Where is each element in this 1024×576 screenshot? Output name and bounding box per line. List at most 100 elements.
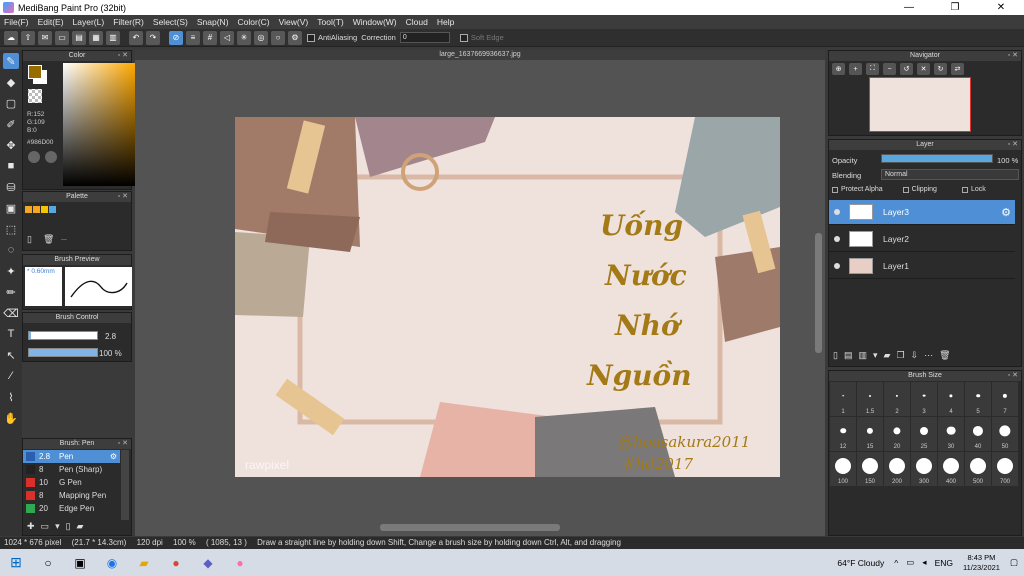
menu-snap[interactable]: Snap(N)	[197, 17, 229, 27]
rotate-right-icon[interactable]: ↻	[934, 63, 947, 75]
brush-item-pen-sharp[interactable]: 8 Pen (Sharp)	[23, 463, 120, 476]
divide-tool-icon[interactable]: ⁄	[3, 368, 19, 384]
move-tool-icon[interactable]: ✥	[3, 137, 19, 153]
soft-edge-checkbox[interactable]	[459, 33, 468, 42]
bucket-tool-icon[interactable]: ⛁	[3, 179, 19, 195]
new-halftone-layer-icon[interactable]: ▤	[844, 350, 853, 361]
menu-help[interactable]: Help	[437, 17, 454, 27]
settings-icon[interactable]: ⚙	[288, 30, 302, 45]
brush-size-option[interactable]: 200	[884, 452, 910, 486]
brush-size-option[interactable]: 500	[965, 452, 991, 486]
new-8bit-layer-icon[interactable]: ▥	[858, 350, 867, 361]
layer-opacity-slider[interactable]	[881, 154, 993, 163]
add-brush-icon[interactable]: ✚	[27, 521, 35, 532]
brush-size-option[interactable]: 25	[911, 417, 937, 451]
artwork-canvas[interactable]: Uống Nước Nhớ Nguồn @hoasakura2011 #hd20…	[235, 117, 780, 477]
cloud-icon[interactable]: ☁	[4, 30, 18, 45]
menu-layer[interactable]: Layer(L)	[73, 17, 105, 27]
brush-size-option[interactable]: 400	[938, 452, 964, 486]
lock-checkbox[interactable]	[961, 186, 968, 193]
clipping-checkbox[interactable]	[902, 186, 909, 193]
brush-size-option[interactable]: 5	[965, 382, 991, 416]
palette-swatch[interactable]	[33, 206, 40, 213]
menu-file[interactable]: File(F)	[4, 17, 29, 27]
protect-alpha-checkbox[interactable]	[832, 186, 838, 193]
delete-layer-icon[interactable]: 🗑	[939, 350, 950, 361]
language-indicator[interactable]: ENG	[935, 558, 953, 568]
brush-size-slider[interactable]	[28, 331, 98, 340]
brush-item-edge-pen[interactable]: 20 Edge Pen	[23, 502, 120, 515]
file-explorer-icon[interactable]: ▰	[134, 553, 154, 573]
dot-tool-icon[interactable]: ✐	[3, 116, 19, 132]
text-tool-icon[interactable]: T	[3, 326, 19, 342]
merge-down-icon[interactable]: ⇩	[911, 350, 919, 361]
snap-perspective-icon[interactable]: ◁	[220, 30, 234, 45]
chrome-icon[interactable]: ●	[166, 553, 186, 573]
snap-radial-icon[interactable]: ✳	[237, 30, 251, 45]
palette-more[interactable]: ...	[61, 235, 67, 242]
snap-off-icon[interactable]: ⊘	[169, 30, 183, 45]
brush-item-pen[interactable]: 2.8 Pen ⚙	[23, 450, 120, 463]
teams-icon[interactable]: ◆	[198, 553, 218, 573]
visibility-icon[interactable]	[834, 209, 840, 215]
brush-settings-icon[interactable]: ⚙	[110, 452, 117, 461]
medibang-taskbar-icon[interactable]: ●	[230, 553, 250, 573]
palette-swatch[interactable]	[41, 206, 48, 213]
brush-size-option[interactable]: 40	[965, 417, 991, 451]
brush-item-mapping-pen[interactable]: 8 Mapping Pen	[23, 489, 120, 502]
select-eraser-tool-icon[interactable]: ⌫	[3, 305, 19, 321]
minimize-button[interactable]: —	[886, 0, 932, 15]
snap-parallel-icon[interactable]: ≡	[186, 30, 200, 45]
brush-opacity-slider[interactable]	[28, 348, 98, 357]
redo-icon[interactable]: ↷	[146, 30, 160, 45]
menu-color[interactable]: Color(C)	[238, 17, 270, 27]
menu-window[interactable]: Window(W)	[353, 17, 397, 27]
zoom-out-icon[interactable]: −	[883, 63, 896, 75]
menu-cloud[interactable]: Cloud	[406, 17, 428, 27]
brush-size-option[interactable]: 3	[911, 382, 937, 416]
layer-row-layer1[interactable]: Layer1	[829, 254, 1015, 279]
delete-palette-icon[interactable]: 🗑	[43, 234, 54, 245]
duplicate-layer-icon[interactable]: ❐	[896, 350, 904, 361]
layer-row-layer3[interactable]: Layer3 ⚙	[829, 200, 1015, 225]
navigator-thumbnail[interactable]	[869, 77, 971, 132]
network-icon[interactable]: ▭	[906, 557, 914, 568]
fill-rect-tool-icon[interactable]: ■	[3, 158, 19, 174]
visibility-icon[interactable]	[834, 236, 840, 242]
menu-tool[interactable]: Tool(T)	[317, 17, 343, 27]
eraser-tool-icon[interactable]: ◆	[3, 74, 19, 90]
edge-browser-icon[interactable]: ◉	[102, 553, 122, 573]
brush-size-option[interactable]: 15	[857, 417, 883, 451]
correction-select[interactable]: 0	[399, 32, 450, 43]
horizontal-scrollbar[interactable]	[380, 524, 560, 531]
notification-icon[interactable]: ▢	[1010, 557, 1018, 568]
close-button[interactable]: ✕	[978, 0, 1024, 15]
transparent-color-swatch[interactable]	[28, 89, 42, 103]
brush-menu-icon[interactable]: ▾	[55, 521, 60, 532]
zoom-in-icon[interactable]: +	[849, 63, 862, 75]
zoom-fit-icon[interactable]: ⊕	[832, 63, 845, 75]
snap-grid-icon[interactable]: #	[203, 30, 217, 45]
layer-settings-icon[interactable]: ⚙	[1001, 206, 1011, 219]
brush-size-option[interactable]: 1.5	[857, 382, 883, 416]
brush-size-option[interactable]: 50	[992, 417, 1018, 451]
foreground-color-swatch[interactable]	[28, 65, 42, 79]
document-tab[interactable]: large_1637669936637.jpg	[135, 50, 825, 60]
magic-wand-tool-icon[interactable]: ✦	[3, 263, 19, 279]
brush-size-option[interactable]: 100	[830, 452, 856, 486]
zoom-actual-icon[interactable]: ⛶	[866, 63, 879, 75]
brush-tool-icon[interactable]: ✎	[3, 53, 19, 69]
brush-size-option[interactable]: 12	[830, 417, 856, 451]
layer-folder-icon[interactable]: ▰	[884, 350, 891, 361]
blending-select[interactable]: Normal	[881, 169, 1019, 180]
menu-select[interactable]: Select(S)	[153, 17, 188, 27]
weather-widget[interactable]: 64°F Cloudy	[837, 558, 884, 568]
gradient-tool-icon[interactable]: ▣	[3, 200, 19, 216]
comment-icon[interactable]: ▭	[55, 30, 69, 45]
windows-start-icon[interactable]: ⊞	[6, 553, 26, 573]
color-wheel-icon[interactable]	[28, 151, 40, 163]
search-icon[interactable]: ○	[38, 553, 58, 573]
new-layer-icon[interactable]: ▯	[833, 350, 838, 361]
hand-tool-icon[interactable]: ✋	[3, 410, 19, 426]
volume-icon[interactable]: ◂	[922, 557, 926, 568]
